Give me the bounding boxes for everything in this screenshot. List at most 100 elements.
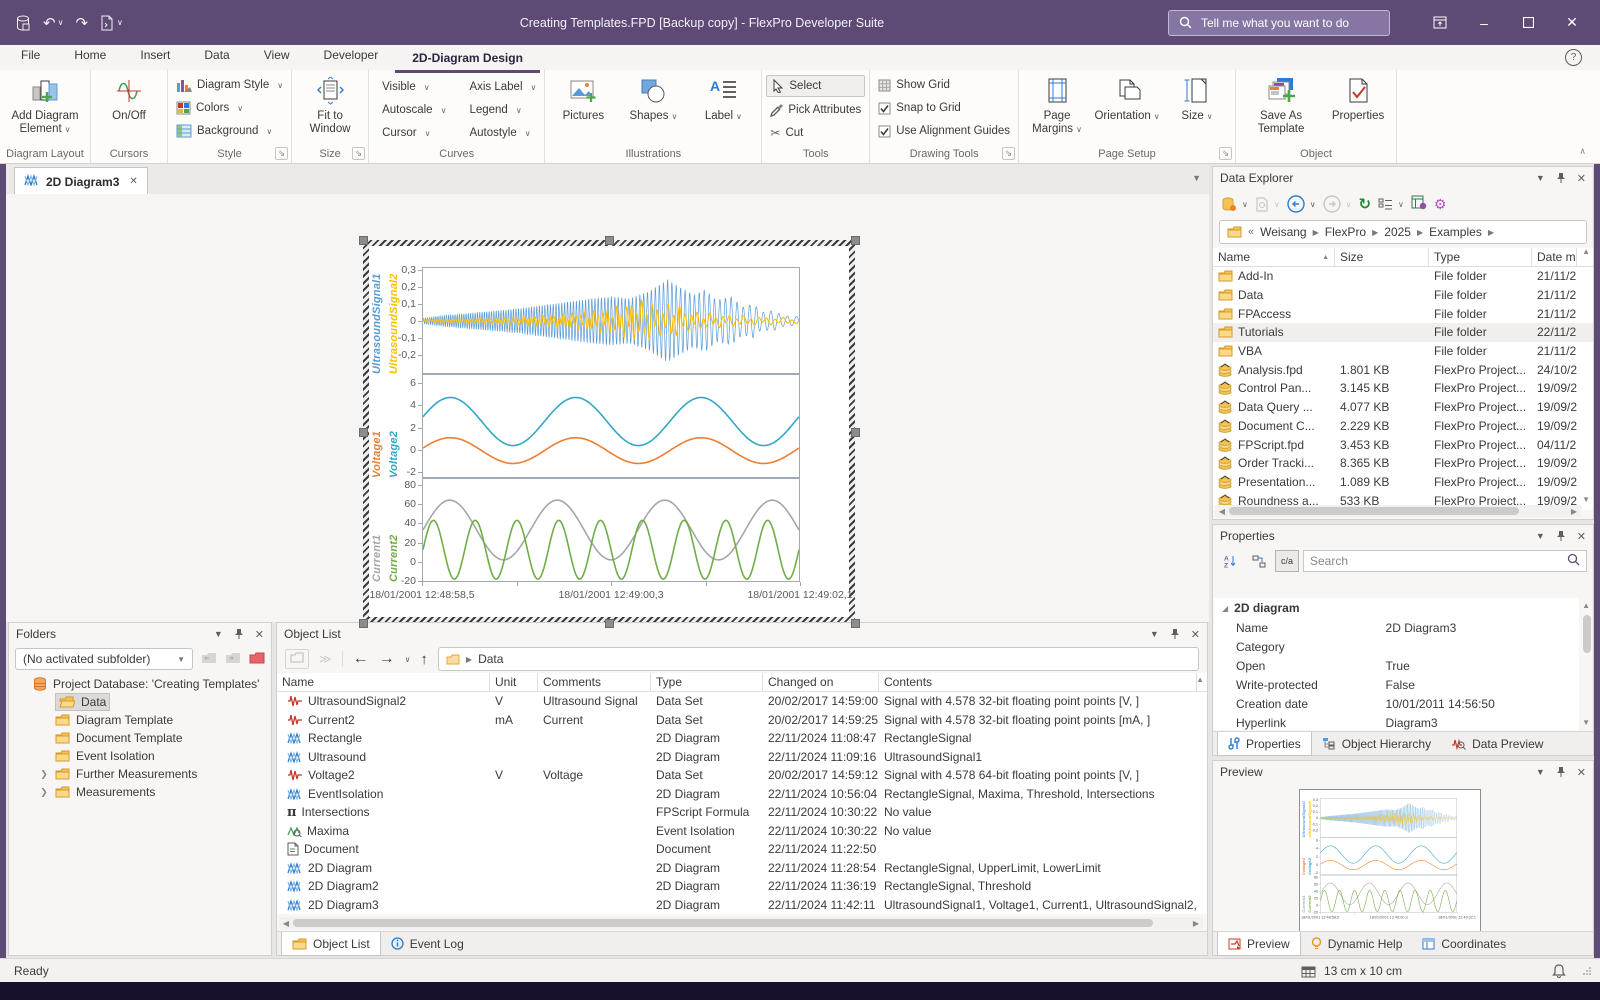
panel-menu-icon[interactable]: ▼ bbox=[1150, 629, 1159, 639]
panel-menu-icon[interactable]: ▼ bbox=[1536, 531, 1545, 541]
object-row-document[interactable]: Document Document 22/11/2024 11:22:50 bbox=[277, 840, 1207, 859]
import-options-icon[interactable] bbox=[1411, 195, 1427, 213]
ribbon-item-legend[interactable]: Legend∨ bbox=[460, 100, 540, 120]
column-header-type[interactable]: Type bbox=[651, 673, 763, 691]
ribbon-item-select[interactable]: Select bbox=[766, 75, 865, 97]
up-icon[interactable]: ↑ bbox=[420, 651, 428, 668]
preview-document-icon[interactable]: ∨ bbox=[1255, 197, 1280, 212]
tab-file[interactable]: File bbox=[4, 42, 57, 67]
tab-preview[interactable]: Preview bbox=[1217, 932, 1301, 956]
ribbon-item-colors[interactable]: Colors∨ bbox=[172, 98, 287, 118]
properties-vscroll-thumb[interactable] bbox=[1583, 615, 1591, 653]
scroll-down-icon[interactable]: ▼ bbox=[1582, 495, 1590, 504]
selection-handle[interactable] bbox=[851, 428, 860, 437]
ribbon-item-visible[interactable]: Visible∨ bbox=[373, 77, 450, 97]
new-folder-icon[interactable] bbox=[249, 651, 265, 667]
breadcrumb-examples[interactable]: Examples bbox=[1429, 225, 1482, 239]
property-row-write-protected[interactable]: Write-protectedFalse bbox=[1214, 675, 1579, 694]
property-row-creation-date[interactable]: Creation date10/01/2011 14:56:50 bbox=[1214, 694, 1579, 713]
file-row-data-query[interactable]: Data Query ... 4.077 KB FlexPro Project.… bbox=[1213, 398, 1593, 417]
forward-icon[interactable]: → bbox=[379, 650, 395, 668]
dialog-launcher-icon[interactable]: ⇘ bbox=[1002, 147, 1015, 160]
plot-current1[interactable] bbox=[1320, 875, 1457, 913]
object-row-intersections[interactable]: πIntersections FPScript Formula 22/11/20… bbox=[277, 803, 1207, 822]
sort-az-icon[interactable]: AZ bbox=[1219, 550, 1243, 572]
file-row-vba[interactable]: VBA File folder 21/11/2 bbox=[1213, 342, 1593, 361]
column-header-type[interactable]: Type bbox=[1429, 248, 1532, 266]
navigate-back-icon[interactable]: ∨ bbox=[1287, 195, 1316, 213]
close-icon[interactable]: ✕ bbox=[1577, 172, 1586, 185]
back-icon[interactable]: ← bbox=[353, 650, 369, 668]
file-row-order-tracki[interactable]: Order Tracki... 8.365 KB FlexPro Project… bbox=[1213, 454, 1593, 473]
pin-icon[interactable] bbox=[234, 628, 244, 641]
ribbon-item-fit-to-window[interactable]: Fit to Window bbox=[296, 73, 364, 145]
folder-node-document-template[interactable]: Document Template bbox=[9, 729, 271, 747]
selection-handle[interactable] bbox=[359, 236, 368, 245]
tell-me-search[interactable]: Tell me what you want to do bbox=[1168, 10, 1390, 36]
ribbon-item-add-diagram-element[interactable]: Add Diagram Element∨ bbox=[4, 73, 86, 145]
object-list-hscrollbar[interactable]: ◀▶ bbox=[279, 917, 1203, 929]
file-row-data[interactable]: Data File folder 21/11/2 bbox=[1213, 286, 1593, 305]
properties-search-input[interactable]: Search bbox=[1303, 550, 1587, 572]
object-row-ultrasound[interactable]: Ultrasound 2D Diagram 22/11/2024 11:09:1… bbox=[277, 748, 1207, 767]
plot-voltage2[interactable] bbox=[422, 374, 800, 478]
ribbon-item-pictures[interactable]: Pictures bbox=[549, 73, 617, 145]
toggle-units-button[interactable]: c/a bbox=[1275, 550, 1299, 572]
next-folder-icon[interactable] bbox=[225, 651, 241, 667]
dialog-launcher-icon[interactable]: ⇘ bbox=[352, 147, 365, 160]
dialog-launcher-icon[interactable]: ⇘ bbox=[275, 147, 288, 160]
help-icon[interactable]: ? bbox=[1565, 49, 1582, 66]
ribbon-item-autostyle[interactable]: Autostyle∨ bbox=[460, 123, 540, 143]
tab-view[interactable]: View bbox=[247, 42, 307, 67]
ribbon-item-page-margins[interactable]: Page Margins∨ bbox=[1023, 73, 1091, 145]
previous-folder-icon[interactable] bbox=[201, 651, 217, 667]
view-mode-icon[interactable]: ∨ bbox=[1378, 198, 1404, 211]
ribbon-item-size[interactable]: Size∨ bbox=[1163, 73, 1231, 145]
pin-icon[interactable] bbox=[1556, 766, 1566, 779]
ribbon-item-diagram-style[interactable]: Diagram Style∨ bbox=[172, 75, 287, 95]
tab-dynamic-help[interactable]: Dynamic Help bbox=[1301, 932, 1413, 955]
selection-handle[interactable] bbox=[851, 236, 860, 245]
property-row-category[interactable]: Category bbox=[1214, 637, 1579, 656]
ribbon-item-properties[interactable]: Properties bbox=[1324, 73, 1392, 145]
panel-menu-icon[interactable]: ▼ bbox=[1536, 767, 1545, 777]
plot-ultrasoundsignal1[interactable] bbox=[422, 267, 800, 374]
diagram-canvas[interactable]: 0,30,20,10-0,1-0,2UltrasoundSignal1Ultra… bbox=[6, 194, 1209, 622]
column-header-comments[interactable]: Comments bbox=[538, 673, 651, 691]
pin-icon[interactable] bbox=[1170, 628, 1180, 641]
close-document-icon[interactable]: ✕ bbox=[129, 176, 137, 187]
minimize-button[interactable]: – bbox=[1462, 0, 1506, 45]
close-icon[interactable]: ✕ bbox=[1577, 530, 1586, 543]
ribbon-item-axis-label[interactable]: Axis Label∨ bbox=[460, 77, 540, 97]
file-row-add-in[interactable]: Add-In File folder 21/11/2 bbox=[1213, 267, 1593, 286]
file-row-control-pan[interactable]: Control Pan... 3.145 KB FlexPro Project.… bbox=[1213, 379, 1593, 398]
ribbon-item-use-alignment-guides[interactable]: Use Alignment Guides bbox=[874, 121, 1014, 141]
tab-data-preview[interactable]: Data Preview bbox=[1441, 732, 1553, 755]
property-row-open[interactable]: OpenTrue bbox=[1214, 656, 1579, 675]
object-row-2d-diagram3[interactable]: 2D Diagram3 2D Diagram 22/11/2024 11:42:… bbox=[277, 896, 1207, 915]
scroll-up-icon[interactable]: ▲ bbox=[1196, 675, 1204, 684]
properties-section-header[interactable]: ◢2D diagram bbox=[1214, 598, 1579, 618]
tab-data[interactable]: Data bbox=[187, 42, 246, 67]
close-icon[interactable]: ✕ bbox=[1191, 628, 1200, 641]
close-icon[interactable]: ✕ bbox=[1577, 766, 1586, 779]
tab-properties[interactable]: Properties bbox=[1217, 732, 1312, 756]
pin-window-button[interactable] bbox=[1418, 0, 1462, 45]
selection-handle[interactable] bbox=[359, 619, 368, 628]
property-row-hyperlink[interactable]: HyperlinkDiagram3 bbox=[1214, 713, 1579, 730]
ribbon-item-autoscale[interactable]: Autoscale∨ bbox=[373, 100, 450, 120]
column-header-unit[interactable]: Unit bbox=[490, 673, 538, 691]
selected-diagram-object[interactable]: 0,30,20,10-0,1-0,2UltrasoundSignal1Ultra… bbox=[363, 240, 855, 623]
pin-icon[interactable] bbox=[1556, 530, 1566, 543]
tab-developer[interactable]: Developer bbox=[307, 42, 396, 67]
object-row-eventisolation[interactable]: EventIsolation 2D Diagram 22/11/2024 10:… bbox=[277, 785, 1207, 804]
property-row-name[interactable]: Name2D Diagram3 bbox=[1214, 618, 1579, 637]
settings-gear-icon[interactable]: ⚙ bbox=[1434, 196, 1447, 213]
breadcrumb-flexpro[interactable]: FlexPro bbox=[1325, 225, 1366, 239]
selection-handle[interactable] bbox=[605, 619, 614, 628]
ribbon-item-pick-attributes[interactable]: Pick Attributes bbox=[766, 100, 865, 120]
maximize-button[interactable] bbox=[1506, 0, 1550, 45]
folder-node-further-measurements[interactable]: ❯Further Measurements bbox=[9, 765, 271, 783]
database-options-icon[interactable]: ∨ bbox=[1221, 197, 1248, 212]
dialog-launcher-icon[interactable]: ⇘ bbox=[1219, 147, 1232, 160]
